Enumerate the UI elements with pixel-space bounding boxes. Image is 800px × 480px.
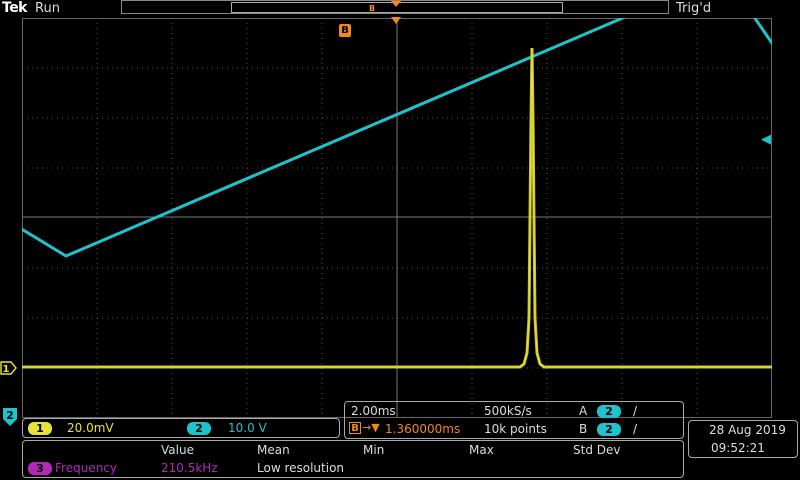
trigger-b-source[interactable]: 2: [597, 423, 621, 436]
meas-col-value: Value: [161, 443, 194, 457]
ch2-marker-label: 2: [6, 409, 14, 422]
clock-panel: 28 Aug 2019 09:52:21: [688, 420, 798, 458]
trigger-a-source[interactable]: 2: [597, 405, 621, 418]
trigger-b-slope-icon: /: [633, 422, 638, 436]
ch1-marker-label: 1: [3, 364, 10, 375]
trigger-position-top-icon: [391, 1, 401, 7]
ch1-scale: 20.0mV: [67, 421, 114, 435]
timebase-panel[interactable]: 2.00ms 500kS/s A 2 / B →▼ 1.360000ms 10k…: [344, 401, 684, 439]
brand-logo: Tek: [2, 0, 28, 16]
horizontal-scale: 2.00ms: [351, 404, 396, 418]
b-trigger-marker: B: [339, 24, 351, 37]
meas-col-min: Min: [363, 443, 385, 457]
ch2-chip[interactable]: 2: [187, 422, 211, 435]
trigger-position-icon: [391, 17, 401, 24]
ch2-scale: 10.0 V: [228, 421, 267, 435]
meas-value: 210.5kHz: [161, 461, 218, 475]
record-length: 10k points: [484, 422, 547, 436]
trigger-a-label: A: [579, 404, 588, 418]
trigger-b-label: B: [579, 422, 588, 436]
channel-scale-panel[interactable]: 1 20.0mV 2 10.0 V: [22, 418, 340, 438]
graticule-center-axes: [22, 18, 772, 418]
measurements-panel[interactable]: Value Mean Min Max Std Dev 3 Frequency 2…: [22, 440, 684, 478]
meas-name[interactable]: Frequency: [55, 461, 117, 475]
meas-col-max: Max: [469, 443, 494, 457]
delay-arrow-icon: →▼: [362, 421, 380, 434]
meas-note: Low resolution: [257, 461, 345, 475]
trigger-a-slope-icon: /: [633, 404, 638, 418]
record-b-marker: B: [369, 4, 376, 13]
ch1-ground-marker[interactable]: 1: [0, 361, 17, 375]
clock-date: 28 Aug 2019: [709, 423, 786, 437]
sample-rate: 500kS/s: [484, 404, 532, 418]
ch1-chip[interactable]: 1: [28, 422, 52, 435]
delay-value: 1.360000ms: [385, 422, 461, 436]
waveform-display[interactable]: [22, 18, 772, 418]
ch2-trigger-level-icon: ◀: [761, 132, 771, 147]
meas-col-mean: Mean: [257, 443, 290, 457]
run-state[interactable]: Run: [35, 1, 60, 16]
meas-col-stddev: Std Dev: [573, 443, 621, 457]
meas-source-chip[interactable]: 3: [28, 462, 52, 475]
status-bar: Tek Run B Trig'd: [0, 0, 800, 17]
ch2-ground-marker[interactable]: 2: [2, 407, 19, 427]
clock-time: 09:52:21: [711, 441, 765, 455]
delay-b-icon: B: [349, 422, 361, 434]
trigger-status: Trig'd: [676, 1, 712, 16]
